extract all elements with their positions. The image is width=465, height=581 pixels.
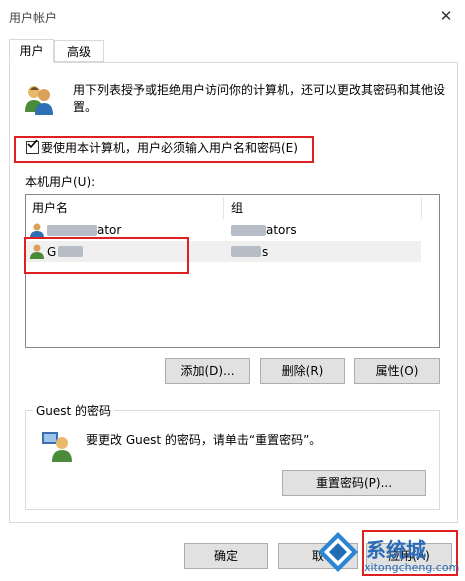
reset-password-button[interactable]: 重置密码(P)...	[282, 470, 426, 496]
row-group[interactable]: s	[262, 245, 268, 259]
users-icon	[22, 82, 56, 116]
password-group-title: Guest 的密码	[33, 402, 115, 419]
column-group[interactable]: 组	[231, 196, 243, 220]
add-user-button[interactable]: 添加(D)...	[165, 358, 250, 384]
description-text: 用下列表授予或拒绝用户访问你的计算机，还可以更改其密码和其他设置。	[73, 83, 446, 114]
list-label: 本机用户(U):	[25, 175, 96, 189]
window-title: 用户帐户	[9, 11, 58, 25]
user-icon	[29, 222, 45, 238]
watermark-url: xitongcheng.com	[364, 561, 460, 574]
column-username[interactable]: 用户名	[32, 196, 68, 220]
redacted-group	[231, 225, 266, 236]
guest-account-icon	[40, 428, 74, 462]
close-icon[interactable]: ✕	[436, 6, 456, 26]
tab-advanced[interactable]: 高级	[54, 40, 104, 62]
password-hint-text: 要更改 Guest 的密码，请单击“重置密码”。	[86, 433, 322, 447]
title-bar	[0, 0, 465, 32]
watermark-brand: 系统城	[366, 538, 426, 562]
highlight-box-checkbox	[14, 136, 314, 163]
tab-users[interactable]: 用户	[9, 39, 54, 63]
redacted-group	[231, 246, 261, 257]
column-separator[interactable]	[421, 197, 422, 219]
properties-button[interactable]: 属性(O)	[354, 358, 440, 384]
highlight-box-guest	[24, 237, 189, 274]
row-group[interactable]: ators	[266, 223, 297, 237]
watermark-logo-icon	[314, 528, 362, 576]
redacted-username	[47, 225, 97, 236]
column-separator[interactable]	[223, 197, 224, 219]
ok-button[interactable]: 确定	[184, 543, 268, 569]
remove-user-button[interactable]: 删除(R)	[260, 358, 345, 384]
row-username[interactable]: ator	[97, 223, 121, 237]
